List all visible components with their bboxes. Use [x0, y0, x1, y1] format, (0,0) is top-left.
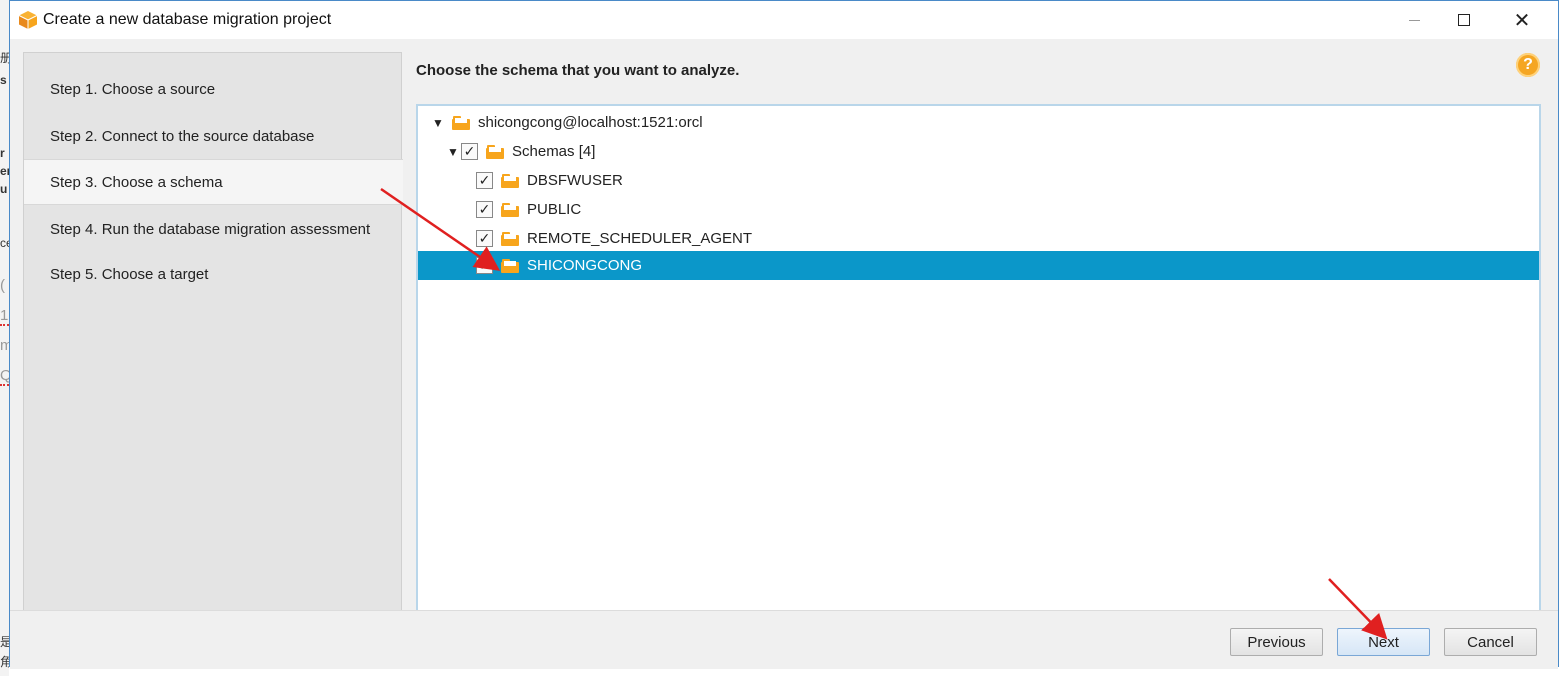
- next-button[interactable]: Next: [1337, 628, 1430, 656]
- schemas-checkbox[interactable]: ✓: [461, 143, 478, 160]
- background-text-fragment: m: [0, 337, 9, 354]
- steps-panel: Step 1. Choose a source Step 2. Connect …: [23, 52, 403, 613]
- folder-icon: [501, 173, 519, 188]
- tree-schema-item[interactable]: ✓ PUBLIC: [476, 195, 581, 224]
- database-icon: [452, 115, 470, 130]
- button-bar: Previous Next Cancel: [10, 610, 1558, 669]
- background-text-fragment: Q: [0, 367, 9, 384]
- tree-root-node[interactable]: ▼ shicongcong@localhost:1521:orcl: [432, 108, 703, 137]
- background-text-fragment: 册: [0, 51, 9, 65]
- folder-icon: [486, 144, 504, 159]
- schema-checkbox[interactable]: ✓: [476, 230, 493, 247]
- schema-tree: ▼ shicongcong@localhost:1521:orcl ▼ ✓ Sc…: [416, 104, 1541, 612]
- background-text-fragment: 角: [0, 655, 9, 669]
- page-heading: Choose the schema that you want to analy…: [416, 62, 740, 79]
- schema-label: SHICONGCONG: [527, 257, 643, 274]
- wizard-content: Step 1. Choose a source Step 2. Connect …: [10, 39, 1558, 613]
- step-label: Step 4. Run the database migration asses…: [50, 220, 371, 238]
- tree-schemas-node[interactable]: ▼ ✓ Schemas [4]: [447, 137, 595, 166]
- app-cube-icon: [18, 11, 38, 29]
- background-text-fragment: ce: [0, 236, 9, 250]
- schema-label: DBSFWUSER: [527, 172, 623, 189]
- minimize-icon: [1408, 19, 1420, 21]
- previous-button[interactable]: Previous: [1230, 628, 1323, 656]
- schema-checkbox[interactable]: ✓: [476, 201, 493, 218]
- background-text-fragment: er: [0, 164, 9, 178]
- step-3[interactable]: Step 3. Choose a schema: [24, 159, 403, 205]
- expand-arrow-icon[interactable]: ▼: [447, 145, 461, 159]
- step-1[interactable]: Step 1. Choose a source: [24, 66, 401, 112]
- background-text-fragment: r: [0, 146, 5, 160]
- folder-icon: [501, 258, 519, 273]
- tree-schemas-label: Schemas [4]: [512, 143, 596, 160]
- question-icon[interactable]: ?: [1516, 53, 1540, 77]
- maximize-icon: [1458, 14, 1470, 26]
- maximize-button[interactable]: [1435, 1, 1493, 39]
- migration-wizard-window: Create a new database migration project …: [9, 0, 1559, 669]
- folder-icon: [501, 231, 519, 246]
- folder-icon: [501, 202, 519, 217]
- step-label: Step 3. Choose a schema: [50, 173, 223, 191]
- background-text-fragment: 1: [0, 307, 9, 324]
- step-label: Step 1. Choose a source: [50, 80, 216, 98]
- step-5[interactable]: Step 5. Choose a target: [24, 251, 401, 297]
- tree-root-label: shicongcong@localhost:1521:orcl: [478, 114, 703, 131]
- title-bar: Create a new database migration project …: [10, 1, 1558, 39]
- schema-label: PUBLIC: [527, 201, 582, 218]
- background-text-fragment: 是: [0, 635, 9, 649]
- window-title: Create a new database migration project: [43, 11, 332, 28]
- tree-schema-item[interactable]: ✓ DBSFWUSER: [476, 166, 623, 195]
- background-app-strip: 册 s r er u ce ( 1 m Q 是 角: [0, 0, 9, 676]
- tree-schema-item-selected[interactable]: ✓ SHICONGCONG: [418, 251, 1539, 280]
- step-label: Step 2. Connect to the source database: [50, 127, 315, 145]
- schema-checkbox[interactable]: ✓: [476, 257, 493, 274]
- cancel-button[interactable]: Cancel: [1444, 628, 1537, 656]
- background-text-fragment: u: [0, 182, 8, 196]
- schema-checkbox[interactable]: ✓: [476, 172, 493, 189]
- expand-arrow-icon[interactable]: ▼: [432, 116, 446, 130]
- schema-label: REMOTE_SCHEDULER_AGENT: [527, 230, 753, 247]
- step-4[interactable]: Step 4. Run the database migration asses…: [24, 206, 401, 252]
- tree-schema-item[interactable]: ✓ REMOTE_SCHEDULER_AGENT: [476, 224, 752, 253]
- step-2[interactable]: Step 2. Connect to the source database: [24, 113, 401, 159]
- close-button[interactable]: ✕: [1493, 1, 1551, 39]
- background-text-fragment: s: [0, 73, 7, 87]
- close-icon: ✕: [1513, 8, 1531, 32]
- step-label: Step 5. Choose a target: [50, 265, 209, 283]
- background-text-fragment: (: [0, 277, 5, 294]
